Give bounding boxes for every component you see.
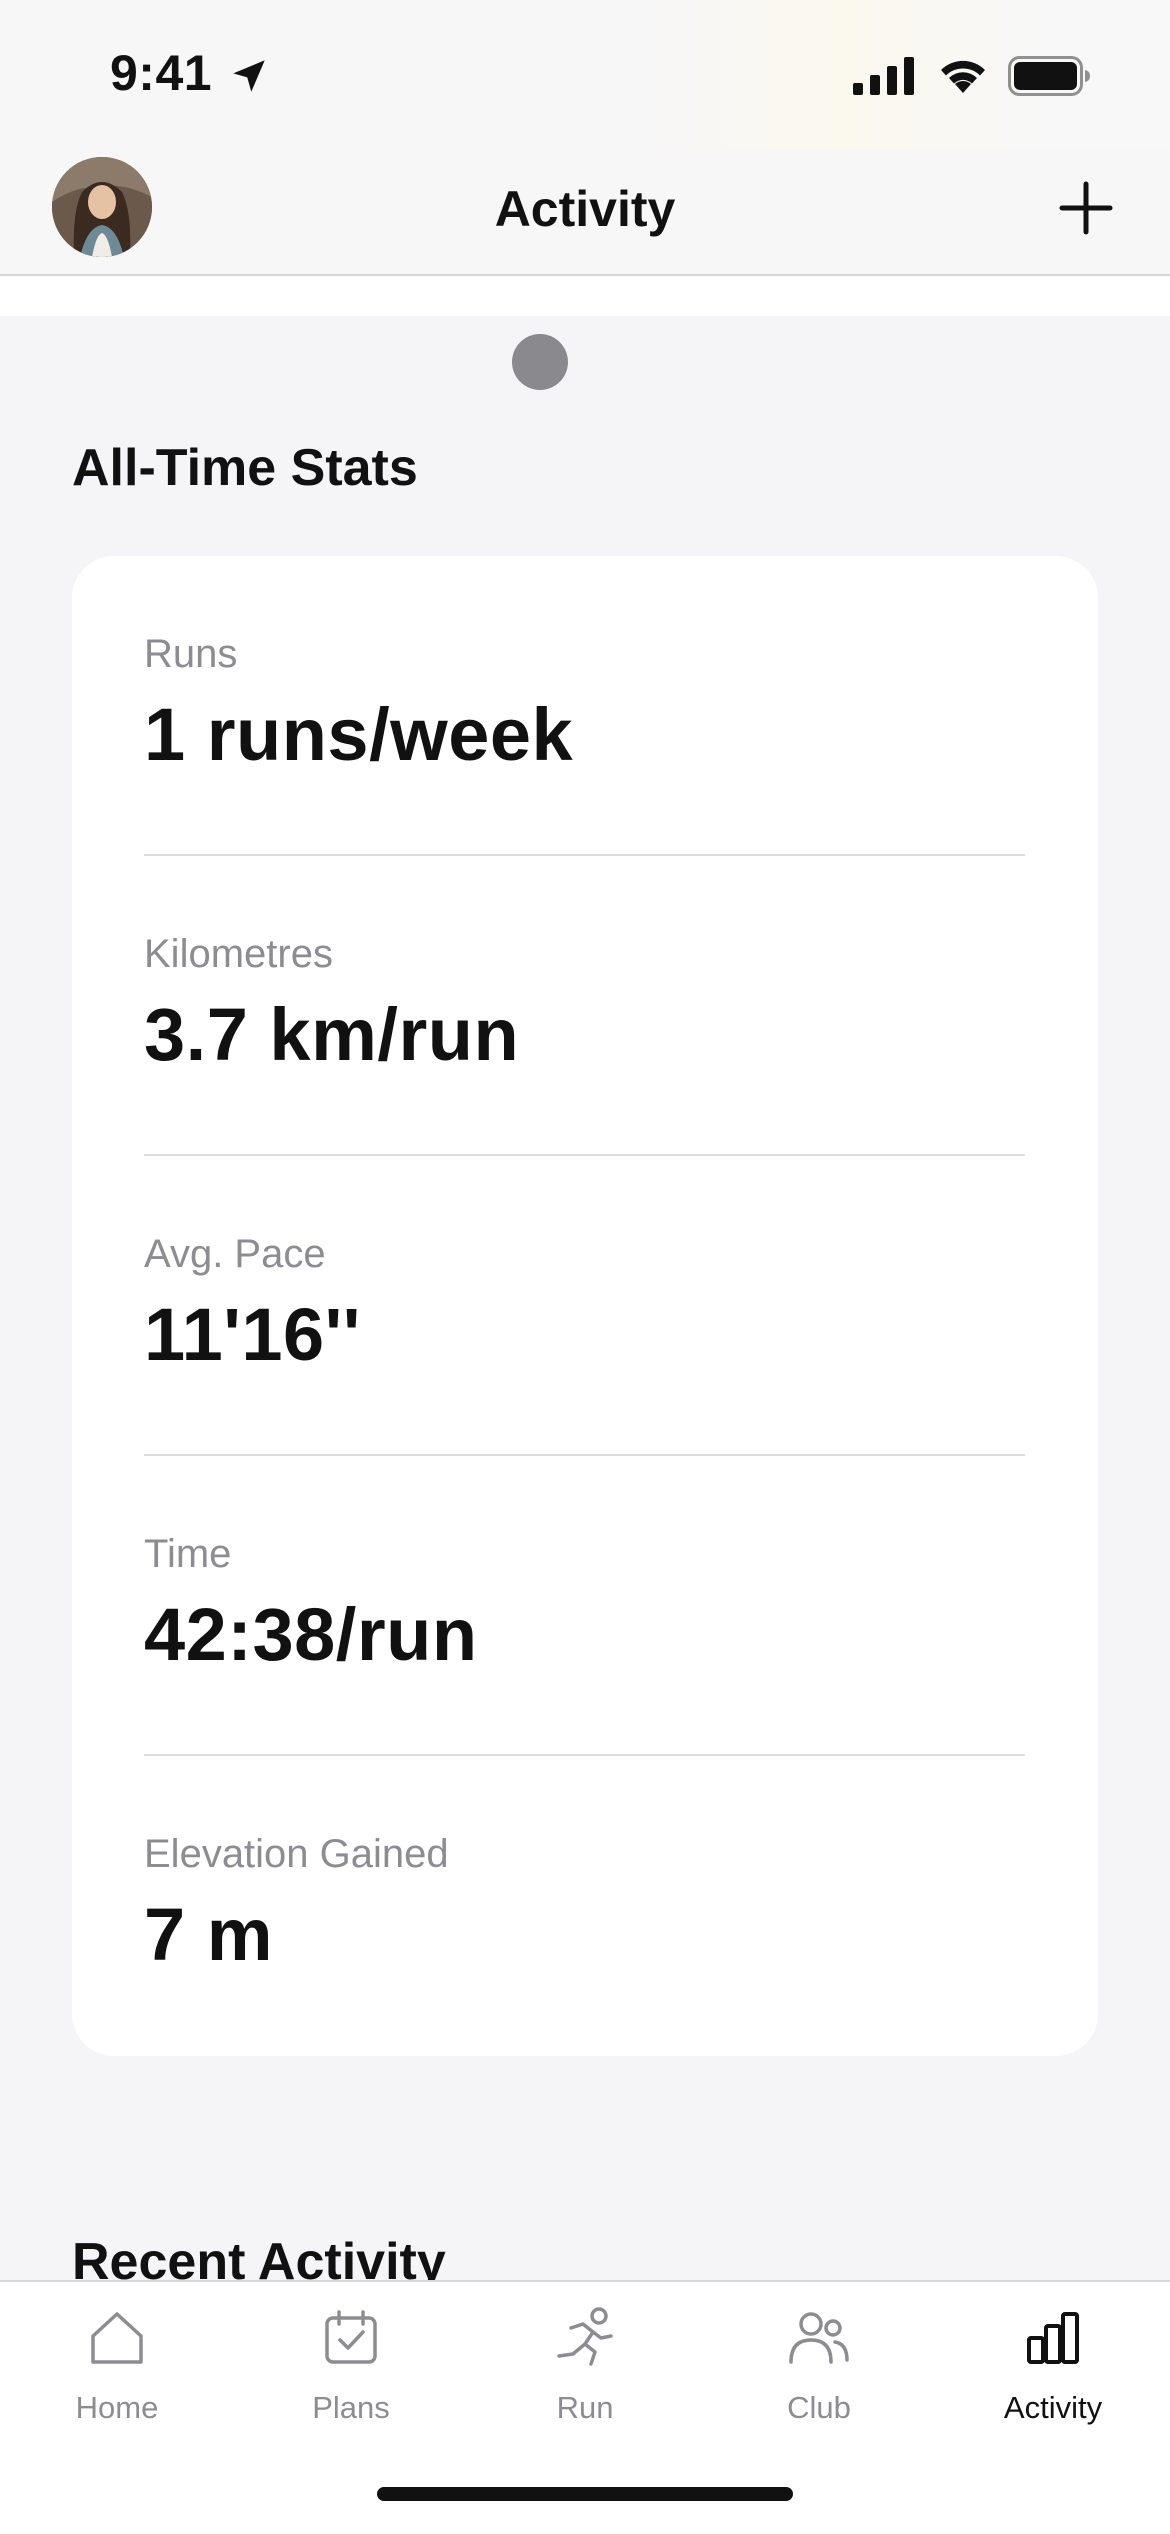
stat-value: 1 runs/week — [144, 693, 574, 776]
stat-label: Elevation Gained — [144, 1832, 449, 1876]
home-indicator — [377, 2487, 793, 2501]
stat-value: 3.7 km/run — [144, 993, 520, 1076]
home-icon — [91, 2312, 143, 2364]
all-time-stats-card: Runs 1 runs/week Kilometres 3.7 km/run A… — [72, 556, 1098, 2056]
drag-handle[interactable] — [512, 334, 568, 390]
status-bar: 9:41 — [0, 0, 1170, 150]
tab-label: Run — [556, 2390, 614, 2425]
tab-activity[interactable]: Activity — [936, 2282, 1170, 2452]
stat-label: Runs — [144, 632, 238, 676]
stat-label: Kilometres — [144, 932, 333, 976]
tab-home[interactable]: Home — [0, 2282, 234, 2452]
tab-label: Plans — [312, 2390, 390, 2425]
page-title: Activity — [494, 181, 676, 237]
tab-plans[interactable]: Plans — [234, 2282, 468, 2452]
tab-label: Club — [787, 2390, 851, 2425]
stat-row-kilometres: Kilometres 3.7 km/run — [144, 856, 1025, 1156]
tab-run[interactable]: Run — [468, 2282, 702, 2452]
stat-value: 11'16'' — [144, 1293, 361, 1376]
stat-value: 7 m — [144, 1893, 274, 1976]
stat-row-time: Time 42:38/run — [144, 1456, 1025, 1756]
bar-chart-icon — [1027, 2312, 1079, 2364]
battery-icon — [1008, 56, 1090, 96]
stat-row-runs: Runs 1 runs/week — [144, 556, 1025, 856]
nav-header: Activity — [0, 150, 1170, 276]
header-divider-strip — [0, 276, 1170, 316]
plus-icon[interactable] — [1058, 180, 1114, 236]
stat-value: 42:38/run — [144, 1593, 478, 1676]
stat-label: Time — [144, 1532, 232, 1576]
people-icon — [789, 2312, 849, 2364]
runner-icon — [557, 2307, 613, 2366]
tab-label: Activity — [1003, 2390, 1103, 2425]
stat-label: Avg. Pace — [144, 1232, 326, 1276]
tab-label: Home — [75, 2390, 159, 2425]
cellular-signal-icon — [853, 57, 914, 95]
location-arrow-icon — [233, 60, 265, 92]
tab-club[interactable]: Club — [702, 2282, 936, 2452]
calendar-check-icon — [325, 2310, 377, 2364]
section-title-all-time-stats: All-Time Stats — [72, 439, 418, 497]
status-time: 9:41 — [110, 45, 213, 101]
stat-row-avg-pace: Avg. Pace 11'16'' — [144, 1156, 1025, 1456]
wifi-icon — [941, 60, 985, 93]
stat-row-elevation-gained: Elevation Gained 7 m — [144, 1756, 1025, 2056]
